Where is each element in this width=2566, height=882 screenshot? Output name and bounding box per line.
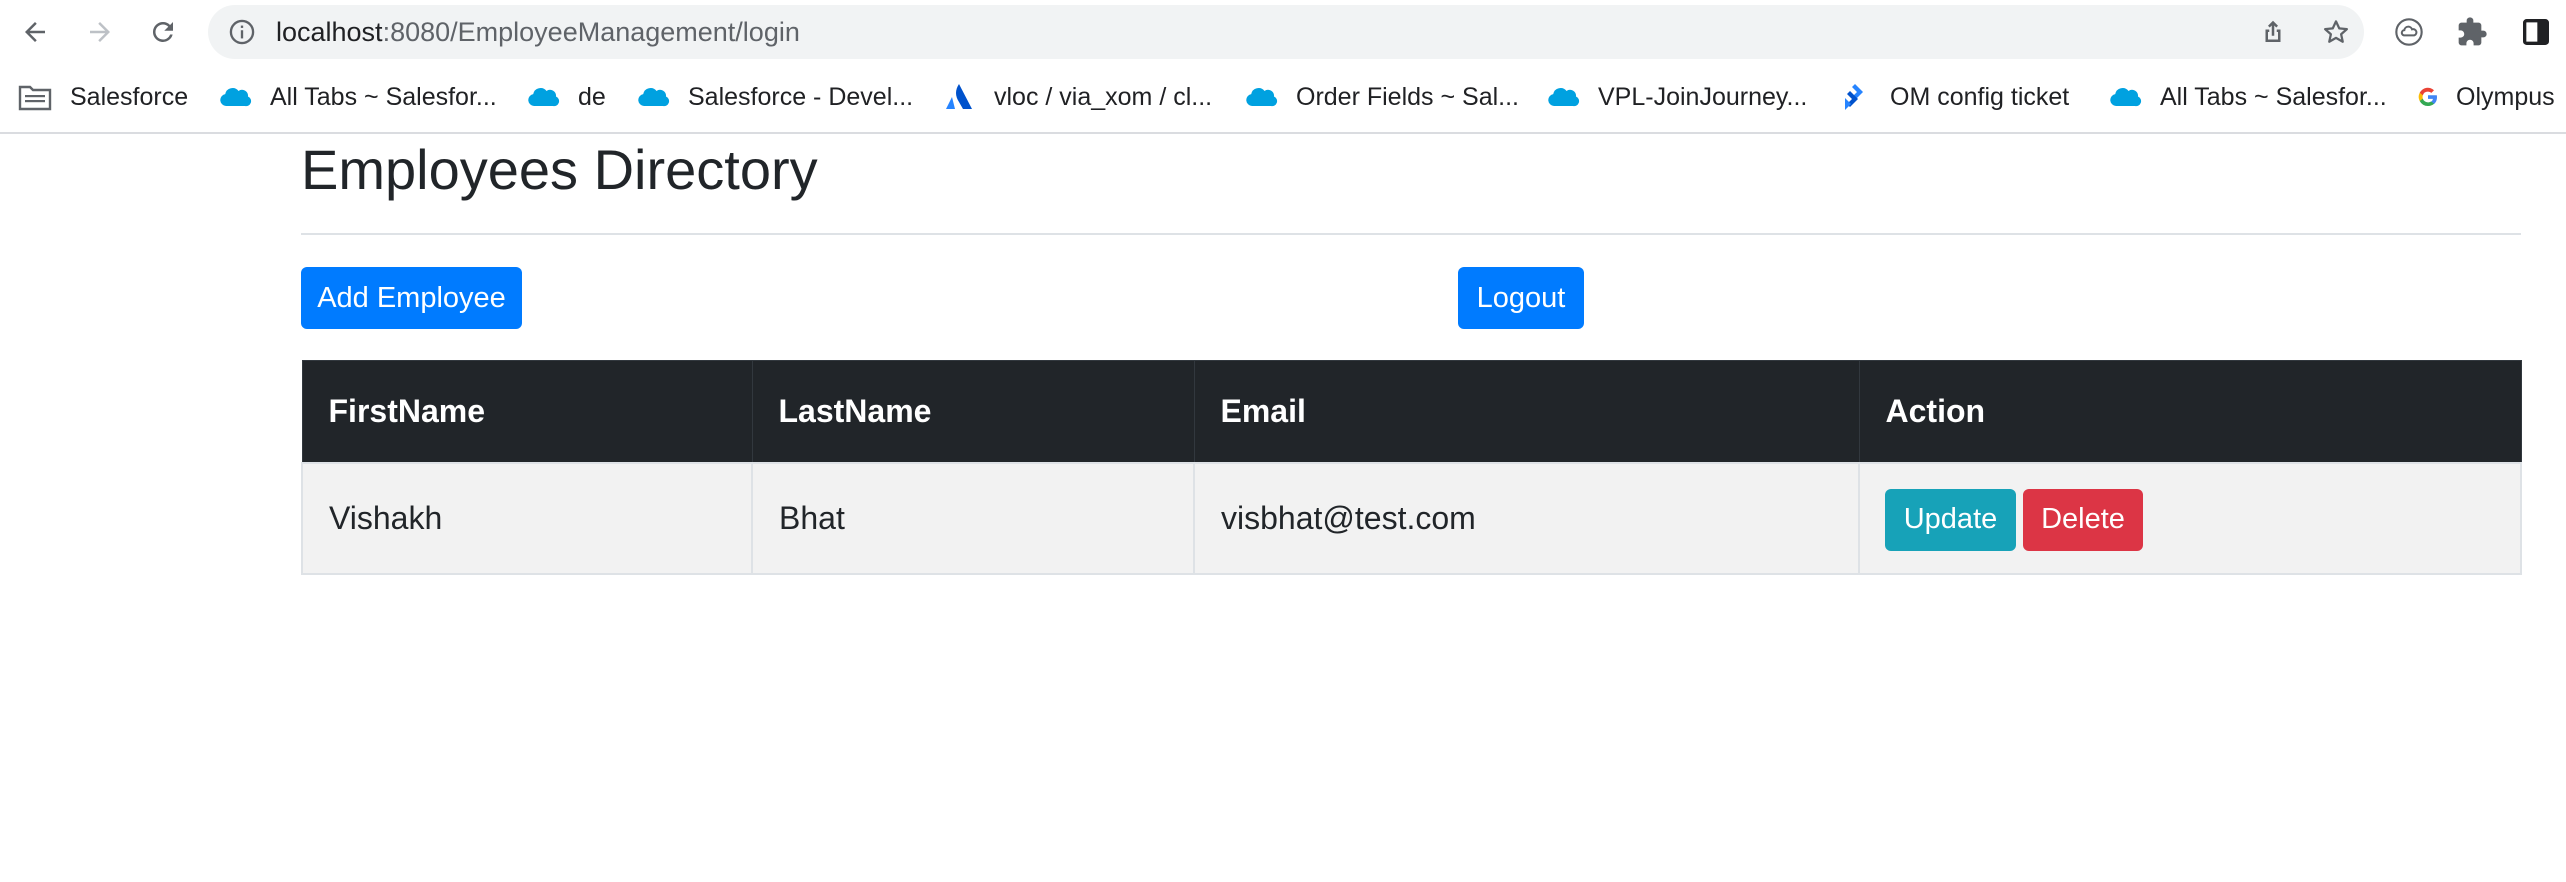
delete-button[interactable]: Delete [2023, 488, 2143, 551]
bookmark-all-tabs-1[interactable]: All Tabs ~ Salesfor... [218, 74, 497, 120]
bookmark-label: Order Fields ~ Sal... [1296, 82, 1519, 111]
side-panel-icon[interactable] [2516, 12, 2556, 52]
google-icon [2416, 82, 2440, 112]
extension-cloud-icon[interactable] [2389, 12, 2429, 52]
forward-button[interactable] [76, 8, 124, 56]
url-path: :8080/EmployeeManagement/login [382, 17, 800, 47]
jira-icon [1838, 82, 1872, 112]
column-header-firstname: FirstName [301, 360, 753, 463]
site-info-icon[interactable] [228, 18, 256, 46]
bookmark-label: All Tabs ~ Salesfor... [2160, 82, 2387, 111]
folder-icon [18, 82, 52, 112]
bookmark-salesforce-devel[interactable]: Salesforce - Devel... [636, 74, 913, 120]
bookmark-label: de [578, 82, 606, 111]
browser-toolbar: localhost:8080/EmployeeManagement/login [0, 0, 2566, 64]
bookmark-olympus[interactable]: Olympus [2416, 74, 2555, 120]
bookmark-om-config-ticket[interactable]: OM config ticket [1838, 74, 2069, 120]
bookmarks-bar: Salesforce All Tabs ~ Salesfor... de Sal… [0, 64, 2566, 134]
column-header-lastname: LastName [751, 360, 1195, 463]
extensions-puzzle-icon[interactable] [2452, 12, 2492, 52]
salesforce-cloud-icon [2108, 82, 2142, 112]
page-title: Employees Directory [301, 138, 818, 201]
cell-first-name: Vishakh [301, 461, 753, 575]
bookmark-vloc[interactable]: vloc / via_xom / cl... [942, 74, 1212, 120]
bookmark-label: Olympus [2456, 82, 2555, 111]
table-header-row: FirstName LastName Email Action [301, 360, 2522, 463]
cell-email: visbhat@test.com [1193, 461, 1860, 575]
url-text[interactable]: localhost:8080/EmployeeManagement/login [276, 5, 800, 59]
bookmark-label: All Tabs ~ Salesfor... [270, 82, 497, 111]
salesforce-cloud-icon [526, 82, 560, 112]
salesforce-cloud-icon [1546, 82, 1580, 112]
bookmark-de[interactable]: de [526, 74, 606, 120]
table-row: Vishakh Bhat visbhat@test.com Update Del… [301, 461, 2522, 575]
bookmark-label: Salesforce - Devel... [688, 82, 914, 111]
column-header-action: Action [1858, 360, 2522, 463]
bookmark-label: VPL-JoinJourney... [1598, 82, 1808, 111]
bookmark-all-tabs-2[interactable]: All Tabs ~ Salesfor... [2108, 74, 2387, 120]
bookmark-order-fields[interactable]: Order Fields ~ Sal... [1244, 74, 1519, 120]
bookmark-label: vloc / via_xom / cl... [994, 82, 1213, 111]
add-employee-button[interactable]: Add Employee [301, 267, 522, 329]
address-bar[interactable]: localhost:8080/EmployeeManagement/login [208, 5, 2364, 59]
cell-action: Update Delete [1858, 461, 2522, 575]
reload-button[interactable] [139, 8, 187, 56]
salesforce-cloud-icon [218, 82, 252, 112]
arrow-right-icon [90, 22, 110, 42]
bookmark-salesforce-folder[interactable]: Salesforce [18, 74, 188, 120]
bookmark-label: Salesforce [70, 82, 189, 111]
column-header-email: Email [1193, 360, 1860, 463]
update-button[interactable]: Update [1885, 488, 2016, 551]
bookmark-label: OM config ticket [1890, 82, 2070, 111]
salesforce-cloud-icon [1244, 82, 1278, 112]
logout-button[interactable]: Logout [1458, 267, 1584, 329]
cell-last-name: Bhat [751, 461, 1195, 575]
divider [301, 233, 2521, 235]
back-button[interactable] [11, 8, 59, 56]
salesforce-cloud-icon [636, 82, 670, 112]
reload-icon [152, 21, 173, 42]
atlassian-icon [942, 82, 976, 112]
arrow-left-icon [25, 22, 45, 42]
url-host: localhost [276, 17, 383, 47]
share-icon[interactable] [2255, 14, 2291, 50]
bookmark-star-icon[interactable] [2318, 14, 2354, 50]
employees-table: FirstName LastName Email Action Vishakh … [301, 360, 2522, 575]
bookmark-vpl-joinjourney[interactable]: VPL-JoinJourney... [1546, 74, 1807, 120]
